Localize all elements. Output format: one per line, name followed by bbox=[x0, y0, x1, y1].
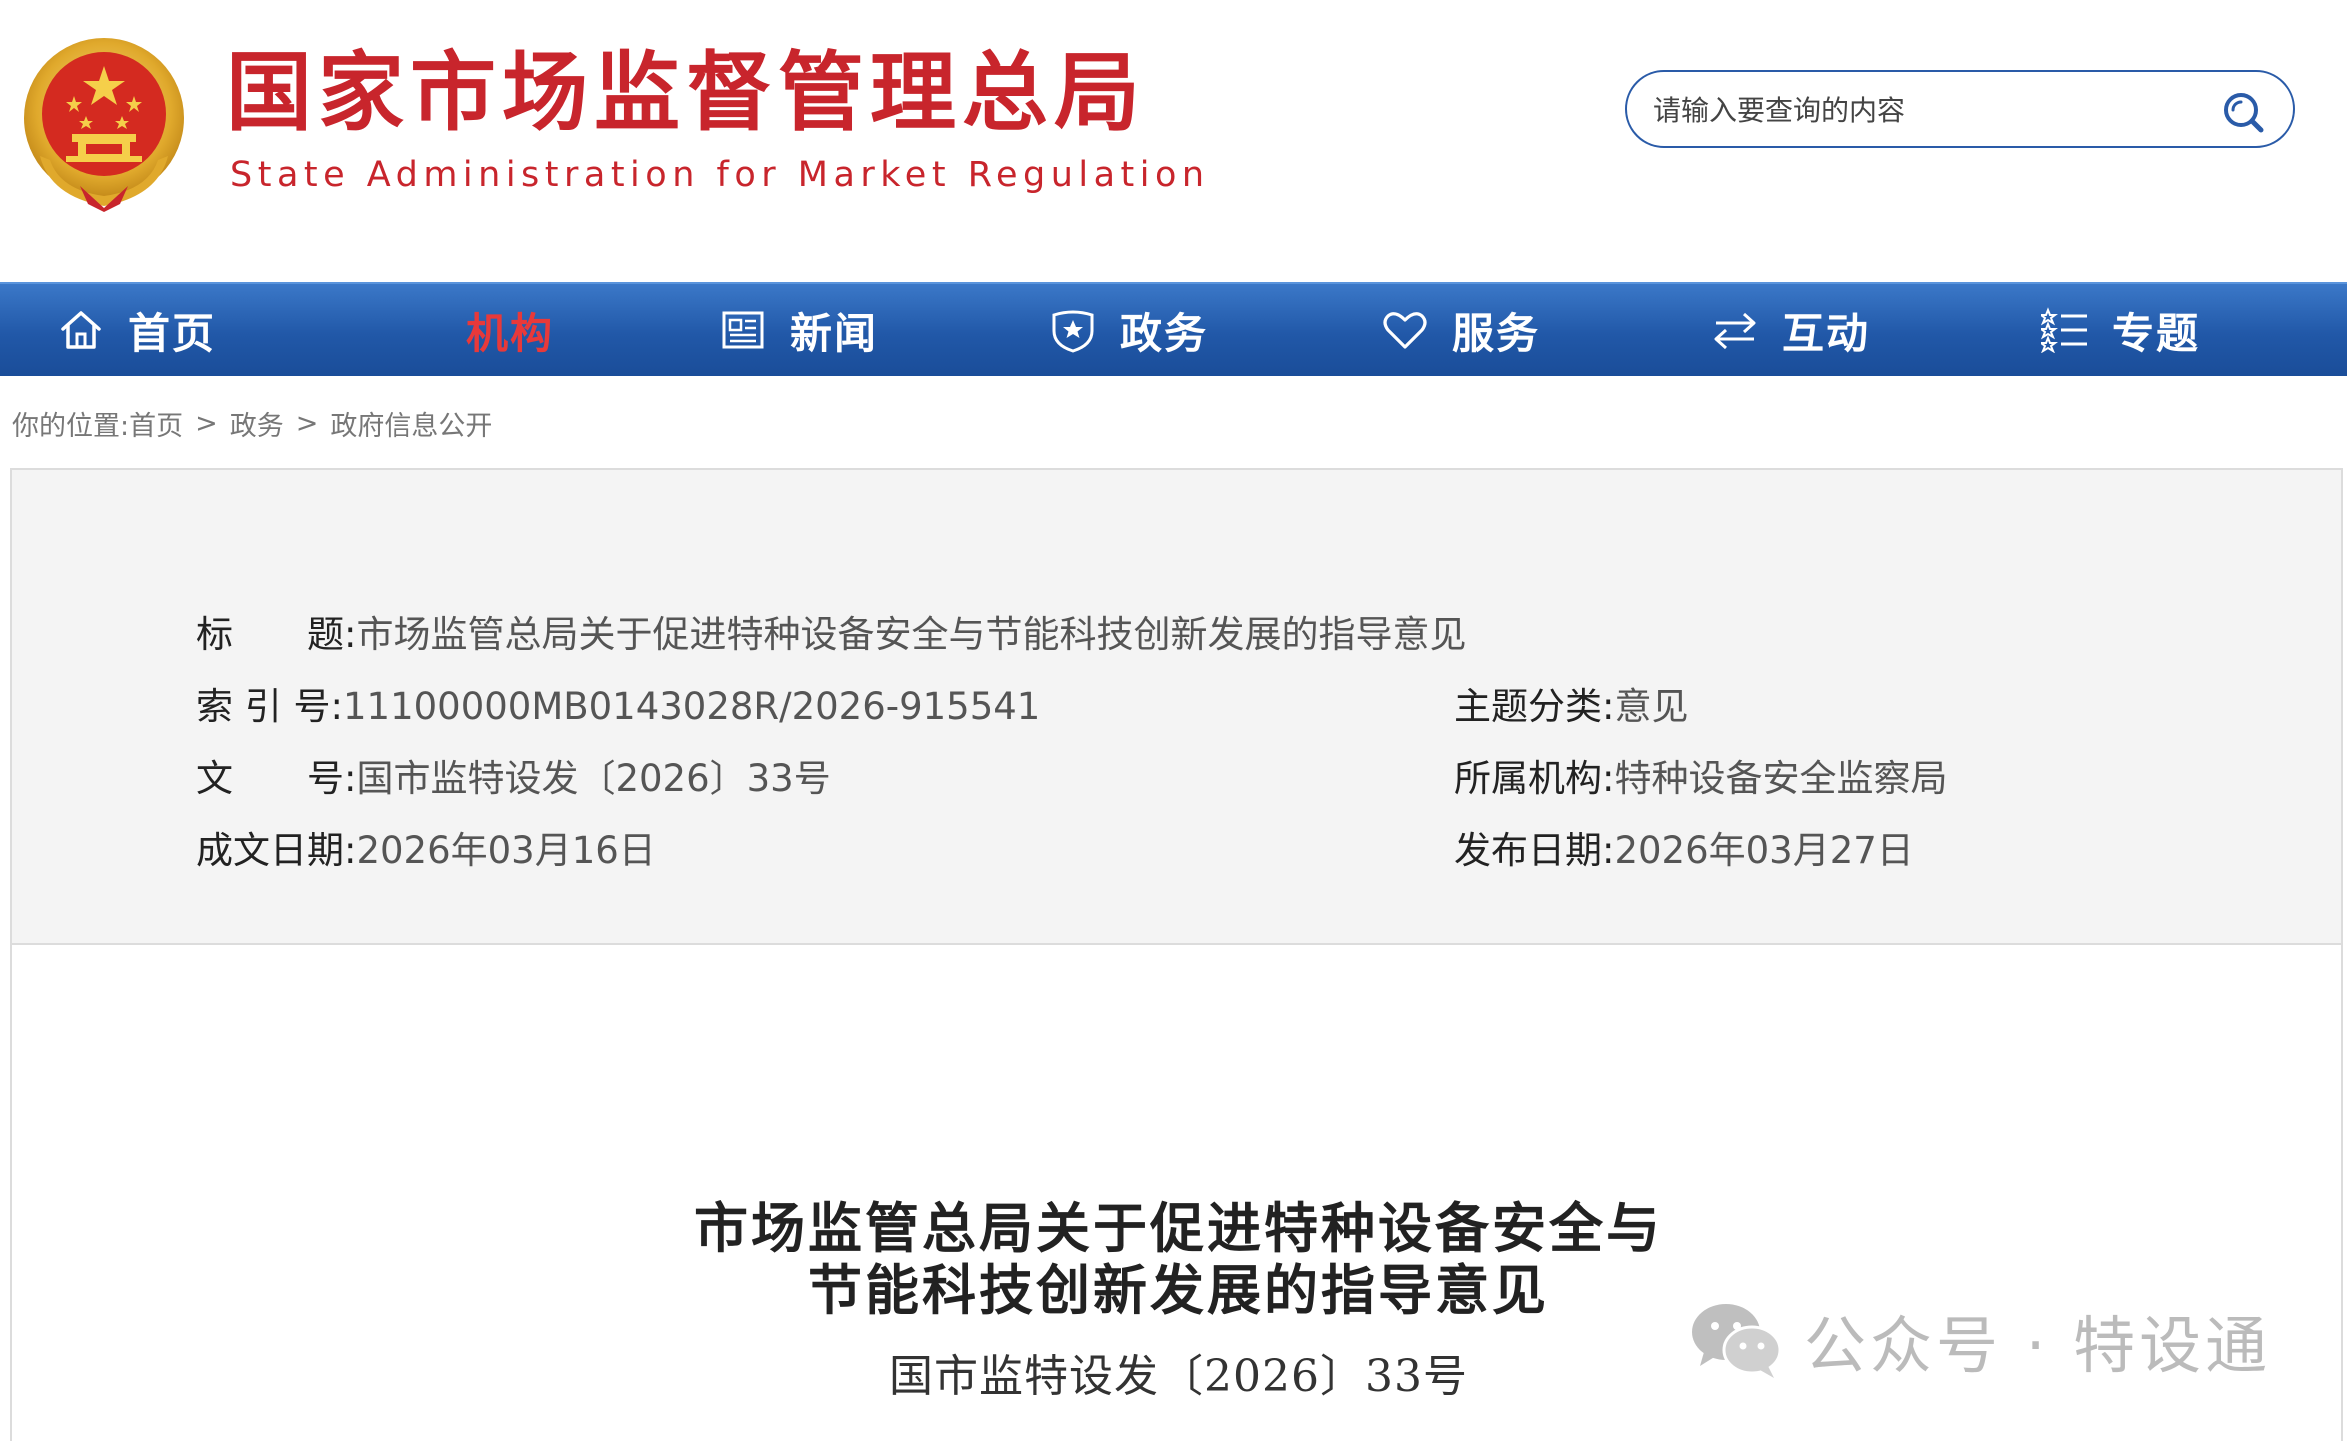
meta-index-value: 11100000MB0143028R/2026-915541 bbox=[343, 685, 1041, 728]
breadcrumb-separator: > bbox=[295, 408, 319, 439]
nav-label-organization: 机构 bbox=[466, 308, 555, 358]
meta-org-label: 所属机构: bbox=[1454, 757, 1615, 800]
nav-item-topics[interactable]: 专题 bbox=[2040, 284, 2200, 376]
document-title-line-1: 市场监管总局关于促进特种设备安全与 bbox=[694, 1196, 1663, 1260]
nav-label-home: 首页 bbox=[128, 308, 217, 358]
breadcrumb-separator: > bbox=[195, 408, 218, 439]
breadcrumb-prefix: 你的位置: bbox=[12, 411, 130, 442]
list-icon bbox=[2040, 305, 2090, 355]
search-box bbox=[1625, 70, 2295, 148]
nav-item-home[interactable]: 首页 bbox=[56, 284, 216, 376]
meta-written-date-row: 成文日期:2026年03月16日 bbox=[196, 832, 656, 869]
watermark: 公众号 · 特设通 bbox=[1688, 1295, 2271, 1385]
breadcrumb: 你的位置: 首页 > 政务 > 政府信息公开 bbox=[12, 404, 492, 443]
nav-label-services: 服务 bbox=[1452, 308, 1541, 358]
breadcrumb-item-government-affairs[interactable]: 政务 bbox=[230, 404, 284, 443]
site-title-cn[interactable]: 国家市场监督管理总局 bbox=[226, 50, 1146, 136]
meta-published-date-label: 发布日期: bbox=[1454, 829, 1615, 872]
breadcrumb-item-gov-info-disclosure[interactable]: 政府信息公开 bbox=[330, 404, 492, 443]
meta-index-label: 索 引 号: bbox=[196, 685, 343, 728]
meta-docno-value: 国市监特设发〔2026〕33号 bbox=[356, 757, 831, 800]
meta-published-date-value: 2026年03月27日 bbox=[1614, 829, 1914, 872]
main-nav: 首页 机构 新闻 政务 服务 互动 专题 bbox=[0, 282, 2347, 376]
nav-item-news[interactable]: 新闻 bbox=[718, 284, 878, 376]
national-emblem-icon[interactable] bbox=[20, 36, 188, 212]
exchange-icon bbox=[1710, 305, 1760, 355]
meta-title-label: 标 题: bbox=[196, 613, 357, 656]
meta-written-date-value: 2026年03月16日 bbox=[356, 829, 656, 872]
search-icon[interactable] bbox=[2221, 90, 2265, 134]
nav-item-interaction[interactable]: 互动 bbox=[1710, 284, 1870, 376]
meta-docno-label: 文 号: bbox=[196, 757, 357, 800]
nav-label-interaction: 互动 bbox=[1782, 308, 1871, 358]
nav-label-topics: 专题 bbox=[2112, 308, 2201, 358]
meta-org-value: 特种设备安全监察局 bbox=[1614, 757, 1948, 800]
meta-index-row: 索 引 号:11100000MB0143028R/2026-915541 bbox=[196, 688, 1040, 725]
meta-topic-row: 主题分类:意见 bbox=[1454, 688, 1688, 725]
news-icon bbox=[718, 305, 768, 355]
nav-item-organization[interactable]: 机构 bbox=[466, 284, 554, 376]
site-header: 国家市场监督管理总局 State Administration for Mark… bbox=[0, 0, 2347, 282]
nav-label-government-affairs: 政务 bbox=[1120, 308, 1209, 358]
nav-label-news: 新闻 bbox=[790, 308, 879, 358]
wechat-icon bbox=[1692, 1304, 1782, 1378]
meta-topic-label: 主题分类: bbox=[1454, 685, 1615, 728]
meta-written-date-label: 成文日期: bbox=[196, 829, 357, 872]
meta-org-row: 所属机构:特种设备安全监察局 bbox=[1454, 760, 1947, 797]
breadcrumb-item-home[interactable]: 首页 bbox=[129, 404, 183, 443]
nav-item-government-affairs[interactable]: 政务 bbox=[1048, 284, 1208, 376]
search-input[interactable] bbox=[1651, 90, 2191, 130]
meta-title-value: 市场监管总局关于促进特种设备安全与节能科技创新发展的指导意见 bbox=[356, 613, 1467, 656]
document-meta-panel: 标 题:市场监管总局关于促进特种设备安全与节能科技创新发展的指导意见 索 引 号… bbox=[10, 468, 2343, 945]
nav-item-services[interactable]: 服务 bbox=[1380, 284, 1540, 376]
shield-icon bbox=[1048, 305, 1098, 355]
meta-docno-row: 文 号:国市监特设发〔2026〕33号 bbox=[196, 760, 831, 797]
meta-title-row: 标 题:市场监管总局关于促进特种设备安全与节能科技创新发展的指导意见 bbox=[196, 616, 1466, 653]
watermark-text: 公众号 · 特设通 bbox=[1804, 1309, 2272, 1382]
meta-topic-value: 意见 bbox=[1614, 685, 1689, 728]
home-icon bbox=[56, 305, 106, 355]
meta-published-date-row: 发布日期:2026年03月27日 bbox=[1454, 832, 1914, 869]
heart-icon bbox=[1380, 305, 1430, 355]
site-title-en[interactable]: State Administration for Market Regulati… bbox=[230, 158, 1210, 193]
